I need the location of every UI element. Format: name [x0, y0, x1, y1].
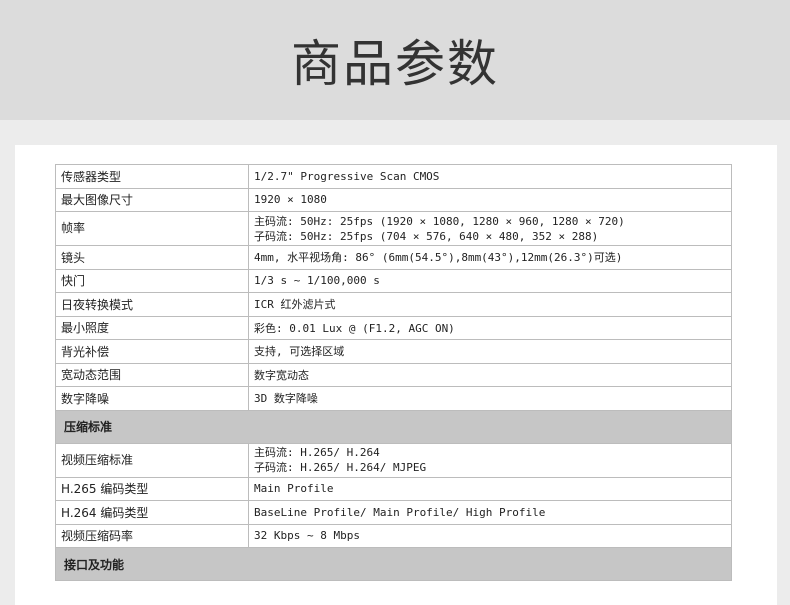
row-label: 宽动态范围: [55, 362, 249, 387]
table-row: 宽动态范围 数字宽动态: [55, 362, 732, 387]
main-stream-line: 主码流: H.265/ H.264: [254, 446, 380, 459]
row-label: 视频压缩码率: [55, 523, 249, 548]
row-value: 支持, 可选择区域: [248, 339, 732, 364]
row-value: 4mm, 水平视场角: 86° (6mm(54.5°),8mm(43°),12m…: [248, 245, 732, 270]
section-header-interface: 接口及功能: [55, 547, 732, 581]
main-stream-line: 主码流: 50Hz: 25fps (1920 × 1080, 1280 × 96…: [254, 214, 625, 228]
row-label: 背光补偿: [55, 339, 249, 364]
row-label: 帧率: [55, 211, 249, 246]
row-value: BaseLine Profile/ Main Profile/ High Pro…: [248, 500, 732, 525]
row-label: 日夜转换模式: [55, 292, 249, 317]
table-row: 帧率 主码流: 50Hz: 25fps (1920 × 1080, 1280 ×…: [55, 211, 732, 246]
row-label: H.265 编码类型: [55, 476, 249, 501]
row-value: 3D 数字降噪: [248, 386, 732, 411]
row-value: 数字宽动态: [248, 362, 732, 387]
row-value: 主码流: 50Hz: 25fps (1920 × 1080, 1280 × 96…: [248, 211, 732, 246]
row-label: 数字降噪: [55, 386, 249, 411]
table-row: 最小照度 彩色: 0.01 Lux @ (F1.2, AGC ON): [55, 315, 732, 340]
table-row: 视频压缩标准 主码流: H.265/ H.264 子码流: H.265/ H.2…: [55, 442, 732, 478]
spec-table: 传感器类型 1/2.7" Progressive Scan CMOS 最大图像尺…: [55, 164, 732, 581]
row-label: 传感器类型: [55, 164, 249, 189]
row-value: 1/3 s ~ 1/100,000 s: [248, 268, 732, 293]
row-label: 最小照度: [55, 315, 249, 340]
row-label: 最大图像尺寸: [55, 187, 249, 212]
row-label: H.264 编码类型: [55, 500, 249, 525]
row-value: 1920 × 1080: [248, 187, 732, 212]
section-header-compression: 压缩标准: [55, 409, 732, 444]
table-row: 传感器类型 1/2.7" Progressive Scan CMOS: [55, 164, 732, 189]
row-label: 视频压缩标准: [55, 442, 249, 478]
row-value: 彩色: 0.01 Lux @ (F1.2, AGC ON): [248, 315, 732, 340]
table-row: 镜头 4mm, 水平视场角: 86° (6mm(54.5°),8mm(43°),…: [55, 245, 732, 270]
page-title: 商品参数: [291, 35, 499, 93]
row-label: 镜头: [55, 245, 249, 270]
table-row: H.264 编码类型 BaseLine Profile/ Main Profil…: [55, 500, 732, 525]
table-row: 数字降噪 3D 数字降噪: [55, 386, 732, 411]
row-value: 1/2.7" Progressive Scan CMOS: [248, 164, 732, 189]
table-row: 背光补偿 支持, 可选择区域: [55, 339, 732, 364]
section-title: 接口及功能: [55, 547, 732, 581]
table-row: 快门 1/3 s ~ 1/100,000 s: [55, 268, 732, 293]
row-value: Main Profile: [248, 476, 732, 501]
spec-card: 传感器类型 1/2.7" Progressive Scan CMOS 最大图像尺…: [15, 145, 777, 605]
row-value: 主码流: H.265/ H.264 子码流: H.265/ H.264/ MJP…: [248, 442, 732, 478]
table-row: 最大图像尺寸 1920 × 1080: [55, 187, 732, 212]
table-row: H.265 编码类型 Main Profile: [55, 476, 732, 501]
sub-stream-line: 子码流: 50Hz: 25fps (704 × 576, 640 × 480, …: [254, 229, 599, 243]
section-title: 压缩标准: [55, 409, 732, 444]
page-header: 商品参数: [0, 0, 790, 120]
row-value: ICR 红外滤片式: [248, 292, 732, 317]
sub-stream-line: 子码流: H.265/ H.264/ MJPEG: [254, 461, 427, 474]
table-row: 视频压缩码率 32 Kbps ~ 8 Mbps: [55, 523, 732, 548]
row-label: 快门: [55, 268, 249, 293]
row-value: 32 Kbps ~ 8 Mbps: [248, 523, 732, 548]
table-row: 日夜转换模式 ICR 红外滤片式: [55, 292, 732, 317]
